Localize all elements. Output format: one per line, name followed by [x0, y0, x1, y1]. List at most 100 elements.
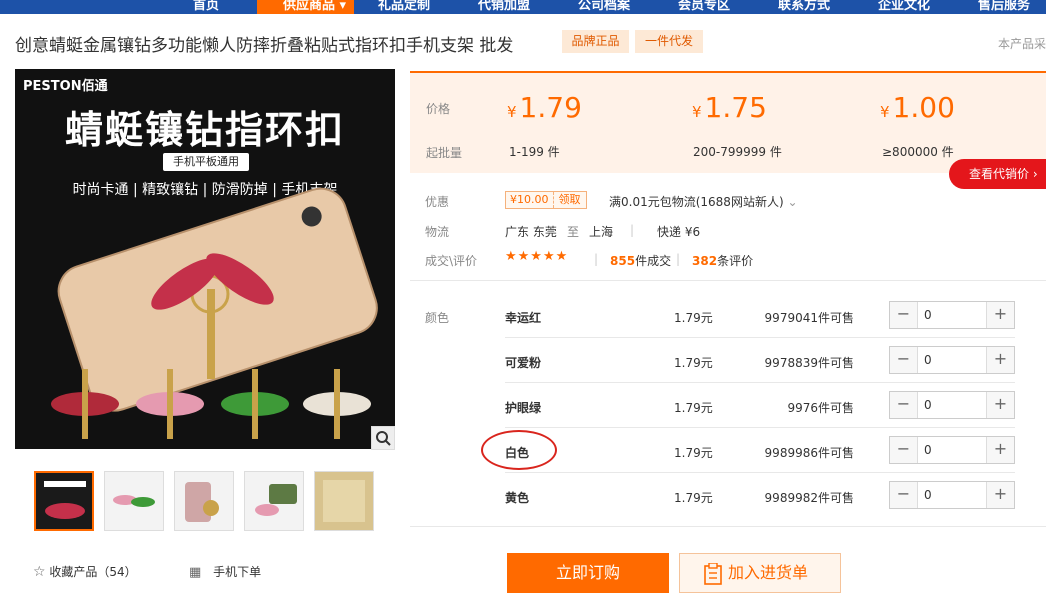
thumbnail-1[interactable] — [34, 471, 94, 531]
sku-price: 1.79元 — [674, 311, 713, 325]
qr-code-icon: ▦ — [189, 565, 202, 580]
sku-name: 黄色 — [505, 491, 530, 505]
sku-price: 1.79元 — [674, 446, 713, 460]
plus-icon[interactable]: + — [986, 482, 1014, 508]
section-divider — [410, 526, 1046, 527]
express-fee: 快递 ¥6 — [657, 225, 701, 239]
price-tier-2: ¥1.75 — [692, 91, 767, 124]
mobile-order-label: 手机下单 — [213, 565, 262, 579]
minus-icon[interactable]: − — [890, 482, 918, 508]
main-product-image[interactable]: PESTON佰通 蜻蜓镶钻指环扣 手机平板通用 时尚卡通 | 精致镶钻 | 防滑… — [15, 69, 395, 449]
quantity-value[interactable]: 0 — [924, 443, 932, 457]
sku-name: 可爱粉 — [505, 356, 542, 370]
plus-icon[interactable]: + — [986, 302, 1014, 328]
mobile-order[interactable]: ▦ 手机下单 — [189, 563, 261, 580]
highlight-circle — [481, 430, 557, 470]
plus-icon[interactable]: + — [986, 392, 1014, 418]
add-to-cart-label: 加入进货单 — [728, 563, 809, 582]
thumbnail-5[interactable] — [314, 471, 374, 531]
dealer-button-label: 查看代销价 — [969, 167, 1030, 181]
price-tier-3: ¥1.00 — [880, 91, 955, 124]
qty-tier-2: 200-799999 件 — [693, 145, 782, 159]
nav-item-agency[interactable]: 代销加盟 — [478, 0, 530, 13]
sku-price: 1.79元 — [674, 491, 713, 505]
sku-stock: 9976件可售 — [787, 401, 854, 415]
nav-item-service[interactable]: 售后服务 — [978, 0, 1030, 13]
nav-item-company[interactable]: 公司档案 — [578, 0, 630, 13]
color-label: 颜色 — [425, 311, 450, 325]
coupon-claim[interactable]: 领取 — [554, 192, 586, 208]
minus-icon[interactable]: − — [890, 392, 918, 418]
product-illustration — [51, 187, 378, 439]
review-count-value: 382 — [692, 254, 718, 268]
shipping-promo[interactable]: 满0.01元包物流(1688网站新人) ⌄ — [609, 193, 798, 210]
add-to-cart-button[interactable]: 加入进货单 — [679, 553, 841, 593]
coupon[interactable]: ¥10.00 领取 — [505, 191, 587, 209]
ship-to-location[interactable]: 上海 — [589, 223, 613, 240]
thumbnail-2[interactable] — [104, 471, 164, 531]
min-qty-label: 起批量 — [426, 146, 463, 160]
sku-name: 护眼绿 — [505, 401, 542, 415]
nav-item-products-label: 供应商品 ▾ — [283, 0, 347, 13]
discount-label: 优惠 — [425, 195, 450, 209]
nav-item-members[interactable]: 会员专区 — [678, 0, 730, 13]
favorite-product[interactable]: ☆ 收藏产品（54） — [33, 563, 137, 580]
nav-item-products[interactable]: 供应商品 ▾ — [257, 0, 354, 14]
sku-stock: 9979041件可售 — [764, 311, 854, 325]
price-tier-1: ¥1.79 — [507, 91, 582, 124]
badge-genuine: 品牌正品 — [562, 30, 629, 53]
nav-item-culture[interactable]: 企业文化 — [878, 0, 930, 13]
row-divider — [505, 337, 1015, 338]
nav-item-home[interactable]: 首页 — [193, 0, 219, 13]
sku-stock: 9989986件可售 — [764, 446, 854, 460]
quantity-stepper[interactable]: − 0 + — [889, 391, 1015, 419]
shipping-promo-text: 满0.01元包物流(1688网站新人) — [609, 195, 784, 209]
quantity-stepper[interactable]: − 0 + — [889, 346, 1015, 374]
top-nav: 首页 供应商品 ▾ 礼品定制 代销加盟 公司档案 会员专区 联系方式 企业文化 … — [0, 0, 1046, 14]
view-dealer-price-button[interactable]: 查看代销价 › — [949, 159, 1046, 189]
deals-label: 成交\评价 — [425, 254, 478, 268]
chevron-down-icon: ⌄ — [787, 195, 798, 209]
sold-count-value: 855 — [610, 254, 636, 268]
favorite-label: 收藏产品（54） — [49, 565, 137, 579]
rating-stars: ★★★★★ — [505, 249, 569, 264]
minus-icon[interactable]: − — [890, 347, 918, 373]
sku-price: 1.79元 — [674, 356, 713, 370]
badge-dropship: 一件代发 — [635, 30, 703, 53]
plus-icon[interactable]: + — [986, 437, 1014, 463]
minus-icon[interactable]: − — [890, 302, 918, 328]
ship-to-word: 至 — [567, 225, 580, 239]
price-label: 价格 — [426, 102, 451, 116]
quantity-stepper[interactable]: − 0 + — [889, 436, 1015, 464]
row-divider — [505, 472, 1015, 473]
review-suffix: 条评价 — [717, 254, 754, 268]
zoom-button[interactable] — [371, 426, 395, 450]
quantity-stepper[interactable]: − 0 + — [889, 301, 1015, 329]
divider: | — [676, 252, 681, 266]
sold-count[interactable]: 855件成交 — [610, 252, 671, 269]
divider: | — [630, 223, 635, 237]
quantity-value[interactable]: 0 — [924, 488, 932, 502]
sku-stock: 9989982件可售 — [764, 491, 854, 505]
quantity-value[interactable]: 0 — [924, 398, 932, 412]
top-right-note: 本产品采 — [997, 37, 1046, 51]
nav-item-custom-gifts[interactable]: 礼品定制 — [378, 0, 430, 13]
quantity-value[interactable]: 0 — [924, 353, 932, 367]
star-outline-icon: ☆ — [33, 564, 46, 580]
row-divider — [505, 427, 1015, 428]
thumbnail-4[interactable] — [244, 471, 304, 531]
plus-icon[interactable]: + — [986, 347, 1014, 373]
qty-tier-3: ≥800000 件 — [882, 145, 954, 159]
qty-tier-1: 1-199 件 — [509, 145, 560, 159]
coupon-amount: ¥10.00 — [506, 192, 554, 208]
quantity-value[interactable]: 0 — [924, 308, 932, 322]
thumbnail-3[interactable] — [174, 471, 234, 531]
nav-item-contact[interactable]: 联系方式 — [778, 0, 830, 13]
buy-now-button[interactable]: 立即订购 — [507, 553, 669, 593]
quantity-stepper[interactable]: − 0 + — [889, 481, 1015, 509]
chevron-right-icon: › — [1032, 167, 1038, 181]
divider: | — [594, 252, 599, 266]
review-count[interactable]: 382条评价 — [692, 252, 753, 269]
magnifier-icon — [376, 431, 391, 446]
minus-icon[interactable]: − — [890, 437, 918, 463]
